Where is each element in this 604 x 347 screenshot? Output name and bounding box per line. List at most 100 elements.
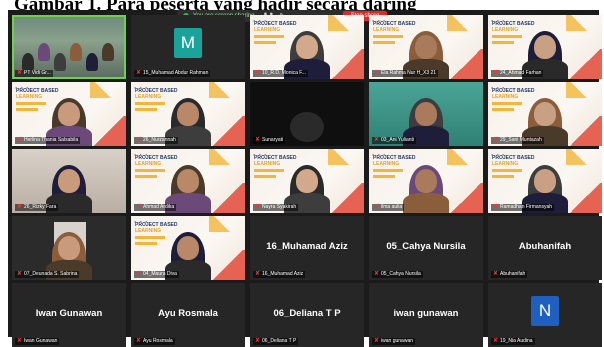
participant-name-label: ✘ 26_Nurzannah — [134, 137, 178, 144]
participant-name-label: ✘ 03_Ani Yulianti — [372, 137, 417, 144]
participant-name-label: ✘ Sunaryati — [253, 137, 286, 144]
participant-tile[interactable]: N ✘ 19_Nia Audina — [488, 283, 602, 347]
participant-tile[interactable]: PROJECT BASED LEARNING ● ● ● ✘ ilma aulia — [369, 149, 483, 213]
participant-tile[interactable]: M ✘ 15_Muhamad Abdur Rahman — [131, 15, 245, 79]
participant-name-text: 07_Deunada S. Sabrina — [24, 271, 78, 277]
face-shape — [534, 102, 556, 126]
participant-name-label: ✘ Ahmad Ardika — [134, 204, 177, 211]
slide-decoration — [135, 175, 157, 178]
slide-decoration — [566, 15, 592, 31]
muted-mic-icon: ✘ — [493, 204, 499, 210]
group-member-shape — [86, 53, 98, 71]
participant-name-label: ✘ 04_Maura Diva — [134, 271, 179, 278]
participant-name-text: Abuhanifah — [500, 271, 526, 277]
participant-tile[interactable]: PROJECT BASED LEARNING ● ● ● ✘ Ahmad Ardika — [131, 149, 245, 213]
participant-tile[interactable]: PROJECT BASED LEARNING ● ● ● ✘ 24_Ahmad Farh… — [488, 15, 602, 79]
participant-tile[interactable]: 05_Cahya Nursila ✘ 05_Cahya Nursila — [369, 216, 483, 280]
slide-decoration — [135, 242, 157, 245]
participant-tile[interactable]: PROJECT BASED LEARNING ● ● ● ✘ Herlina Thani… — [12, 82, 126, 146]
participant-name-text: Herlina Thania Salsabila — [24, 137, 79, 143]
face-shape — [177, 169, 199, 193]
slide-decoration — [330, 183, 364, 213]
participant-tile[interactable]: 06_Deliana T P ✘ 06_Deliana T P — [250, 283, 364, 347]
participant-tile[interactable]: PROJECT BASED LEARNING ● ● ● ✘ 26_Nurzannah — [131, 82, 245, 146]
muted-mic-icon: ✘ — [136, 137, 142, 143]
participant-name-text: 24_Ahmad Farhan — [500, 70, 542, 76]
face-shape — [58, 102, 80, 126]
group-member-shape — [38, 43, 50, 61]
participant-tile[interactable]: Ayu Rosmala ✘ Ayu Rosmala — [131, 283, 245, 347]
slide-decoration — [447, 149, 473, 165]
participant-name-text: 16_Muhamad Aziz — [262, 271, 304, 277]
participant-name-text: 15_Muhamad Abdur Rahman — [143, 70, 209, 76]
slide-decoration — [373, 169, 403, 172]
participant-tile[interactable]: PROJECT BASED LEARNING ● ● ● ✘ 04_Maura Diva — [131, 216, 245, 280]
participant-tile[interactable]: ✘ 26_Rizky Fara — [12, 149, 126, 213]
participant-tile[interactable]: ✘ Sunaryati — [250, 82, 364, 146]
participant-tile[interactable]: PROJECT BASED LEARNING ● ● ● ✘ Nayra Syakira… — [250, 149, 364, 213]
window-dots-icon: ● ● ● — [134, 85, 149, 90]
slide-decoration — [492, 35, 522, 38]
participant-display-name: iwan gunawan — [393, 308, 459, 319]
dim-video-glow — [290, 112, 324, 142]
muted-mic-icon: ✘ — [255, 137, 261, 143]
participant-tile[interactable]: ✘ 03_Ani Yulianti — [369, 82, 483, 146]
muted-mic-icon: ✘ — [255, 204, 261, 210]
participant-name-label: ✘ Abuhanifah — [491, 271, 528, 278]
participant-tile[interactable]: PROJECT BASED LEARNING ● ● ● ✘ Ela Rahma Nur… — [369, 15, 483, 79]
slide-decoration — [568, 116, 602, 146]
participant-name-text: Ela Rahma Nur H_X3 21 — [381, 70, 437, 76]
participant-display-name: Ayu Rosmala — [158, 308, 218, 319]
participant-tile[interactable]: PROJECT BASED LEARNING ● ● ● ✘ 10_R.D. Monic… — [250, 15, 364, 79]
group-member-shape — [70, 43, 82, 61]
participant-tile[interactable]: Iwan Gunawan ✘ Iwan Gunawan — [12, 283, 126, 347]
participant-name-label: ✘ Nayra Syakirah — [253, 204, 299, 211]
face-shape — [415, 102, 437, 126]
participant-name-label: ✘ 10_R.D. Monica F... — [253, 70, 308, 77]
participant-name-text: Ayu Rosmala — [143, 338, 173, 344]
participant-name-label: ✘ 19_Nia Audina — [491, 338, 535, 345]
participant-tile[interactable]: ✘ 07_Deunada S. Sabrina — [12, 216, 126, 280]
window-dots-icon: ● ● ● — [134, 219, 149, 224]
participant-name-text: Ramadhan Firmansyah — [500, 204, 552, 210]
participant-name-text: Iwan Gunawan — [24, 338, 58, 344]
participant-name-text: 05_Cahya Nursila — [381, 271, 421, 277]
slide-decoration — [373, 175, 395, 178]
participant-name-label: ✘ 24_Ahmad Farhan — [491, 70, 544, 77]
muted-mic-icon: ✘ — [374, 271, 380, 277]
slide-decoration — [568, 49, 602, 79]
participant-name-text: 03_Ani Yulianti — [381, 137, 415, 143]
participant-name-label: ✘ Ela Rahma Nur H_X3 21 — [372, 70, 439, 77]
slide-decoration — [16, 108, 38, 111]
slide-decoration — [568, 183, 602, 213]
muted-mic-icon: ✘ — [255, 338, 261, 344]
participant-tile[interactable]: PROJECT BASED LEARNING ● ● ● ✘ Ramadhan Firm… — [488, 149, 602, 213]
participant-display-name: 06_Deliana T P — [273, 308, 341, 319]
participant-name-text: 29_Sani Muntazah — [500, 137, 542, 143]
participant-tile[interactable]: ✘ PT Vidi Gr... — [12, 15, 126, 79]
muted-mic-icon: ✘ — [493, 70, 499, 76]
slide-decoration — [254, 41, 276, 44]
slide-decoration — [328, 149, 354, 165]
slide-decoration — [209, 82, 235, 98]
slide-decoration — [90, 82, 116, 98]
slide-decoration — [135, 169, 165, 172]
slide-decoration — [211, 116, 245, 146]
participant-display-name: 16_Muhamad Aziz — [266, 241, 348, 252]
slide-decoration — [135, 102, 165, 105]
slide-decoration — [330, 49, 364, 79]
participant-tile[interactable]: PROJECT BASED LEARNING ● ● ● ✘ 29_Sani Munta… — [488, 82, 602, 146]
participant-name-text: Sunaryati — [262, 137, 284, 143]
muted-mic-icon: ✘ — [17, 70, 23, 76]
window-dots-icon: ● ● ● — [491, 85, 506, 90]
participant-display-name: 05_Cahya Nursila — [386, 241, 466, 252]
slide-decoration — [211, 250, 245, 280]
participant-tile[interactable]: Abuhanifah ✘ Abuhanifah — [488, 216, 602, 280]
muted-mic-icon: ✘ — [17, 137, 23, 143]
slide-decoration — [492, 169, 522, 172]
slide-decoration — [209, 216, 235, 232]
slide-decoration — [566, 149, 592, 165]
participant-tile[interactable]: 16_Muhamad Aziz ✘ 16_Muhamad Aziz — [250, 216, 364, 280]
participant-name-label: ✘ Ayu Rosmala — [134, 338, 175, 345]
participant-tile[interactable]: iwan gunawan ✘ iwan gunawan — [369, 283, 483, 347]
